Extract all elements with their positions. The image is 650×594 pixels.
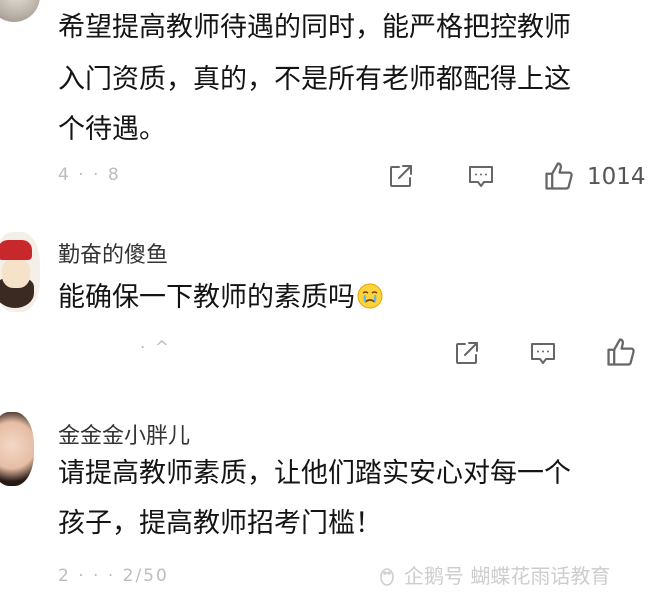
comment-text-line: 入门资质，真的，不是所有老师都配得上这 xyxy=(58,64,571,95)
comment-text: 能确保一下教师的素质吗 xyxy=(58,276,383,320)
share-icon[interactable] xyxy=(386,161,416,191)
penguin-logo-icon xyxy=(376,565,398,587)
comment-text-line: 个待遇。 xyxy=(58,114,166,145)
username[interactable]: 金金金小胖儿 xyxy=(58,418,190,450)
avatar[interactable] xyxy=(0,412,34,486)
comment-text-line: 请提高教师素质，让他们踏实安心对每一个 xyxy=(58,458,571,489)
watermark-text: 企鹅号 蝴蝶花雨话教育 xyxy=(404,564,611,588)
comment-icon[interactable] xyxy=(528,338,558,368)
username[interactable]: 勤奋的傻鱼 xyxy=(58,237,168,269)
like-icon[interactable] xyxy=(542,159,576,193)
comment-time: 4 · · 8 xyxy=(58,165,121,185)
avatar[interactable] xyxy=(0,0,40,22)
comment-time: 2 · · · 2/50 xyxy=(58,566,169,586)
comment-time: · ^ xyxy=(140,338,172,358)
share-icon[interactable] xyxy=(452,338,482,368)
comment-text-line: 孩子，提高教师招考门槛！ xyxy=(58,508,382,539)
comment-icon[interactable] xyxy=(466,161,496,191)
crying-face-icon xyxy=(357,283,383,309)
avatar[interactable] xyxy=(0,232,40,312)
like-count: 1014 xyxy=(587,164,646,190)
comment-text-line: 希望提高教师待遇的同时，能严格把控教师 xyxy=(58,12,571,43)
like-icon[interactable] xyxy=(604,335,638,369)
watermark: 企鹅号 蝴蝶花雨话教育 xyxy=(376,560,610,589)
comment-text-body: 能确保一下教师的素质吗 xyxy=(58,282,355,313)
